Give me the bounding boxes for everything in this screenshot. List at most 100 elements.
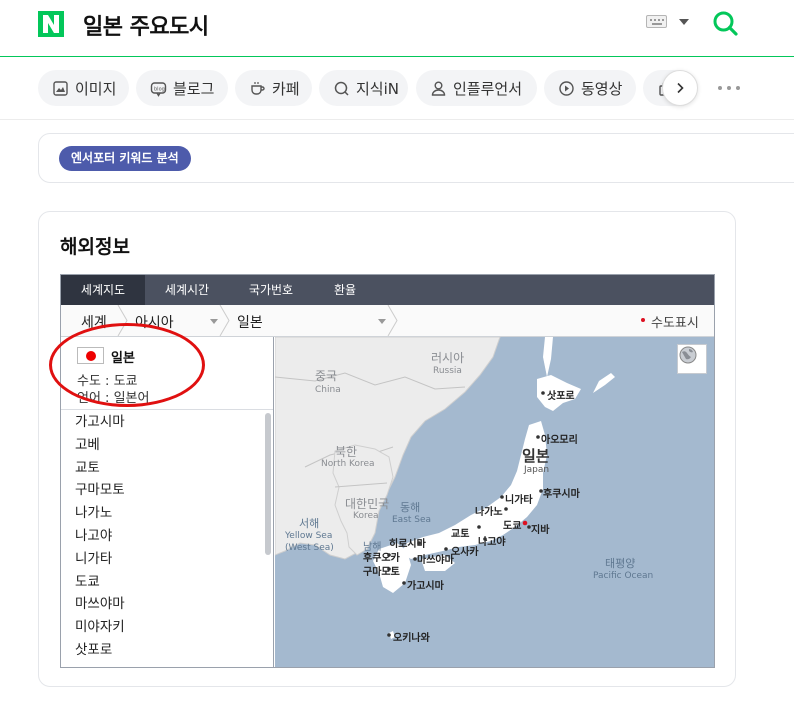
- map-city-label[interactable]: 후쿠오카: [363, 549, 400, 564]
- map-city-label[interactable]: 후쿠시마: [543, 485, 580, 500]
- map-label: North Korea: [321, 459, 375, 469]
- capital-legend[interactable]: 수도표시: [651, 312, 699, 331]
- map-label: 러시아: [431, 351, 465, 365]
- list-item[interactable]: 나고야: [61, 525, 261, 548]
- map-label: (West Sea): [285, 543, 334, 553]
- map-label: 대한민국: [345, 497, 390, 511]
- world-map-widget: 세계지도 세계시간 국가번호 환율 세계 아시아 일본 수도표시 일본 수도 :…: [49, 274, 715, 668]
- naver-logo-icon[interactable]: [38, 11, 64, 37]
- keyboard-icon[interactable]: [646, 15, 667, 28]
- more-icon[interactable]: [718, 86, 740, 90]
- map-city-label[interactable]: 지바: [531, 521, 549, 536]
- map-label: Pacific Ocean: [593, 571, 654, 581]
- keyword-analysis-chip[interactable]: 엔서포터 키워드 분석: [59, 146, 191, 171]
- list-item[interactable]: 나가노: [61, 502, 261, 525]
- map-city-label[interactable]: 니가타: [505, 491, 533, 506]
- tab-kin[interactable]: 지식iN: [319, 70, 408, 106]
- map-city-label[interactable]: 오사카: [451, 543, 479, 558]
- person-icon: [431, 81, 446, 96]
- city-list: 가고시마 고베 교토 구마모토 나가노 나고야 니가타 도쿄 마쓰야마 미야자키…: [61, 411, 261, 667]
- map-label: Yellow Sea: [285, 531, 333, 541]
- map-label: Japan: [524, 465, 550, 475]
- map-city-label[interactable]: 교토: [451, 525, 469, 540]
- search-icon[interactable]: [712, 10, 738, 36]
- tab-label: 이미지: [75, 79, 117, 98]
- list-item[interactable]: 미야자키: [61, 616, 261, 639]
- search-query[interactable]: 일본 주요도시: [83, 9, 209, 41]
- map-label: 일본: [522, 447, 550, 465]
- tab-world-time[interactable]: 세계시간: [145, 275, 229, 305]
- search-header: 일본 주요도시: [0, 0, 794, 57]
- list-item[interactable]: 도쿄: [61, 571, 261, 594]
- map-city-label[interactable]: 히로시마: [389, 535, 426, 550]
- play-icon: [559, 80, 574, 96]
- chevron-right-icon: [387, 305, 398, 336]
- tab-label: 카페: [272, 79, 300, 98]
- list-item[interactable]: 고베: [61, 434, 261, 457]
- country-info: 일본 수도 : 도쿄 언어 : 일본어: [49, 323, 273, 410]
- map-city-label[interactable]: 오키나와: [393, 629, 430, 644]
- map-city-label[interactable]: 삿포로: [547, 387, 575, 402]
- tab-cafe[interactable]: 카페: [235, 70, 312, 106]
- map-label: Korea: [353, 511, 379, 521]
- tab-influencer[interactable]: 인플루언서: [416, 70, 537, 106]
- map-view[interactable]: 중국 China 러시아 Russia 북한 North Korea 대한민국 …: [275, 337, 714, 667]
- list-item[interactable]: 마쓰야마: [61, 593, 261, 616]
- map-city-label[interactable]: 구마모토: [363, 563, 400, 578]
- highlight-circle: [49, 323, 205, 407]
- globe-icon: [679, 346, 697, 364]
- list-item[interactable]: 구마모토: [61, 479, 261, 502]
- tabs-next-button[interactable]: [662, 70, 698, 106]
- chevron-right-icon: [677, 82, 684, 94]
- keyword-card: 엔서포터 키워드 분석: [38, 133, 794, 183]
- map-label: 태평양: [605, 557, 636, 570]
- tab-exchange-rate[interactable]: 환율: [313, 275, 377, 305]
- country-panel: 일본 수도 : 도쿄 언어 : 일본어 가고시마 고베 교토 구마모토 나가노 …: [49, 323, 274, 667]
- kin-icon: [334, 81, 349, 96]
- map-land: [275, 337, 615, 639]
- divider: [0, 119, 794, 120]
- tab-video[interactable]: 동영상: [544, 70, 636, 106]
- map-city-label[interactable]: 아오모리: [541, 431, 578, 446]
- list-item[interactable]: 니가타: [61, 548, 261, 571]
- image-icon: [53, 80, 68, 96]
- globe-view-button[interactable]: [677, 344, 707, 374]
- tab-label: 블로그: [173, 79, 215, 98]
- tab-label: 인플루언서: [453, 79, 523, 98]
- chevron-down-icon[interactable]: [679, 19, 689, 25]
- cafe-cup-icon: [251, 81, 265, 95]
- blog-icon: blog: [150, 81, 167, 97]
- map-city-label[interactable]: 마쓰야마: [417, 551, 454, 566]
- map-label: China: [315, 385, 341, 395]
- tab-image[interactable]: 이미지: [38, 70, 129, 106]
- capital-marker-icon: [641, 318, 645, 322]
- tab-world-map[interactable]: 세계지도: [61, 275, 145, 305]
- map-label: East Sea: [392, 515, 432, 525]
- section-title: 해외정보: [60, 236, 130, 258]
- map-label: 중국: [315, 369, 338, 383]
- tab-label: 동영상: [581, 79, 623, 98]
- map-city-label[interactable]: 가고시마: [407, 577, 444, 592]
- breadcrumb-japan[interactable]: 일본: [237, 312, 263, 332]
- svg-text:blog: blog: [154, 86, 165, 92]
- list-item[interactable]: 교토: [61, 457, 261, 480]
- map-city-label[interactable]: 나가노: [475, 503, 503, 518]
- tab-blog[interactable]: blog 블로그: [136, 70, 228, 106]
- dropdown-arrow-icon[interactable]: [378, 319, 386, 324]
- list-item[interactable]: 가고시마: [61, 411, 261, 434]
- widget-tabs: 세계지도 세계시간 국가번호 환율: [61, 275, 714, 305]
- map-label: Russia: [433, 366, 462, 376]
- tab-country-code[interactable]: 국가번호: [229, 275, 313, 305]
- chevron-right-icon: [219, 305, 230, 336]
- map-label: 서해: [299, 517, 320, 530]
- map-label: 북한: [335, 445, 358, 459]
- overseas-info-card: 해외정보 세계지도 세계시간 국가번호 환율 세계 아시아 일본 수도표시 일본…: [38, 211, 736, 687]
- tab-label: 지식iN: [356, 79, 399, 98]
- search-tabs: 이미지 blog 블로그 카페 지식iN 인플루언서 동영상: [38, 70, 758, 106]
- list-item[interactable]: 삿포로: [61, 639, 261, 662]
- map-city-label[interactable]: 도쿄: [503, 517, 521, 532]
- map-label: 동해: [400, 501, 421, 514]
- dropdown-arrow-icon[interactable]: [210, 319, 218, 324]
- scrollbar[interactable]: [265, 413, 271, 555]
- map-city-label[interactable]: 나고야: [478, 533, 506, 548]
